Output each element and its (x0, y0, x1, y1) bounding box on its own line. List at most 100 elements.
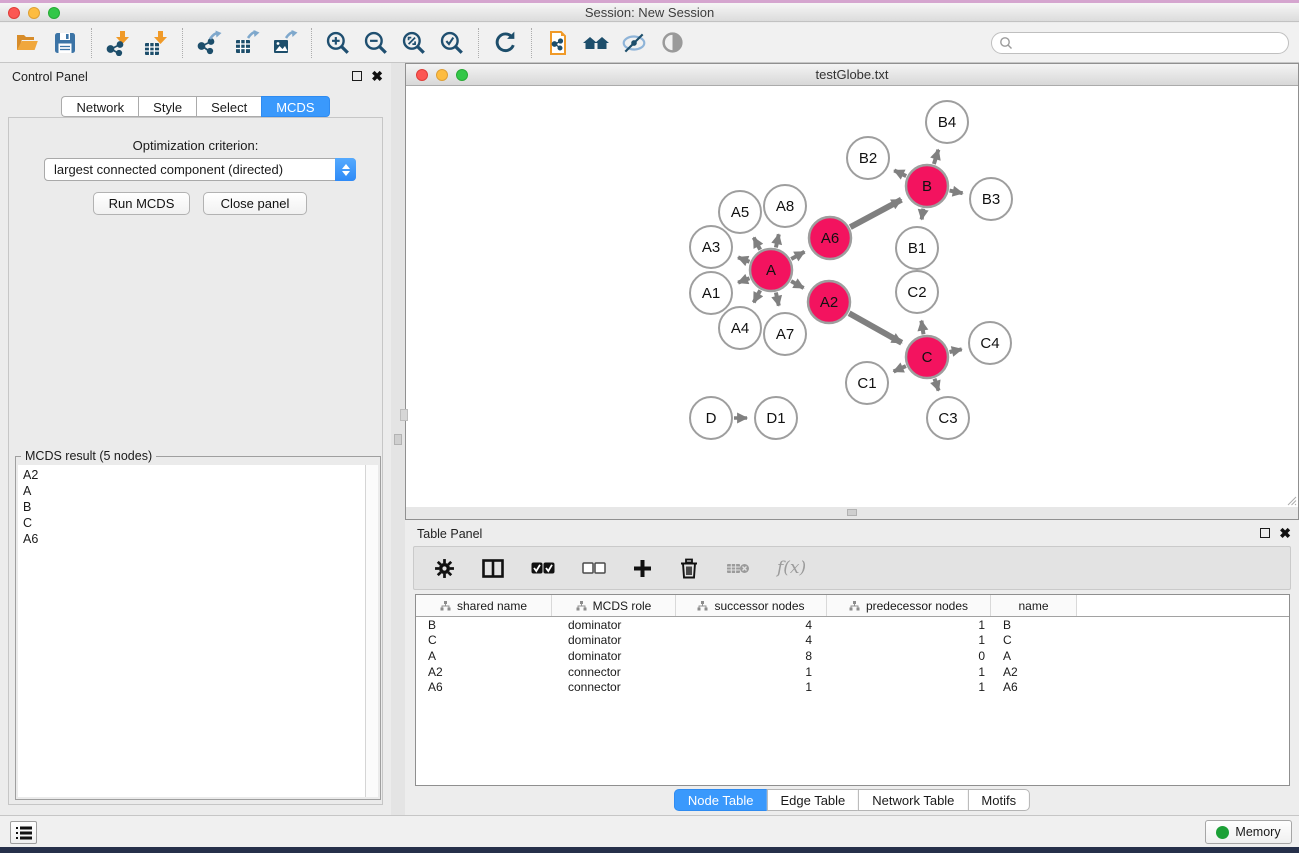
close-panel-icon[interactable]: ✖ (1279, 528, 1291, 538)
edge-C-C4[interactable] (950, 349, 962, 352)
node-C1[interactable]: C1 (846, 362, 888, 404)
node-A8[interactable]: A8 (764, 185, 806, 227)
edge-A-A1[interactable] (738, 278, 749, 282)
node-table[interactable]: shared nameMCDS rolesuccessor nodesprede… (415, 594, 1290, 786)
node-D1[interactable]: D1 (755, 397, 797, 439)
hide-graphics-button[interactable] (615, 25, 653, 61)
resize-grip-icon[interactable] (1285, 494, 1297, 506)
table-cell[interactable]: connector (552, 664, 676, 680)
edge-A-A4[interactable] (754, 290, 761, 302)
node-C4[interactable]: C4 (969, 322, 1011, 364)
node-C3[interactable]: C3 (927, 397, 969, 439)
edge-C-C3[interactable] (935, 379, 939, 391)
node-B2[interactable]: B2 (847, 137, 889, 179)
edge-A6-B[interactable] (850, 200, 901, 227)
table-cell[interactable]: 8 (676, 648, 827, 664)
result-scrollbar[interactable] (365, 465, 378, 797)
show-columns-button[interactable] (482, 559, 504, 578)
node-A2[interactable]: A2 (808, 281, 850, 323)
edge-A-A2[interactable] (791, 281, 804, 288)
table-cell[interactable]: 4 (676, 617, 827, 633)
home-layout-button[interactable] (577, 25, 615, 61)
column-header-name[interactable]: name (991, 595, 1077, 616)
table-cell[interactable]: A (416, 648, 552, 664)
close-panel-icon[interactable]: ✖ (371, 71, 383, 81)
table-cell[interactable]: B (416, 617, 552, 633)
edge-C-C2[interactable] (921, 321, 923, 335)
edge-A-A3[interactable] (738, 257, 749, 261)
export-network-button[interactable] (190, 25, 228, 61)
zoom-in-button[interactable] (319, 25, 357, 61)
edge-B-B1[interactable] (922, 209, 924, 220)
edge-A-A6[interactable] (791, 252, 804, 259)
export-image-button[interactable] (266, 25, 304, 61)
edge-A-A8[interactable] (776, 234, 779, 247)
show-graphics-button[interactable] (653, 25, 691, 61)
edge-A-A5[interactable] (754, 238, 761, 250)
tab-mcds[interactable]: MCDS (261, 96, 329, 117)
node-C2[interactable]: C2 (896, 271, 938, 313)
column-header-predecessor-nodes[interactable]: predecessor nodes (827, 595, 991, 616)
node-A4[interactable]: A4 (719, 307, 761, 349)
import-network-button[interactable] (99, 25, 137, 61)
table-cell[interactable]: dominator (552, 633, 676, 649)
node-C[interactable]: C (906, 336, 948, 378)
splitter-handle[interactable] (400, 409, 408, 421)
tab-node-table[interactable]: Node Table (674, 789, 767, 811)
table-cell[interactable]: 1 (827, 679, 991, 695)
open-session-button[interactable] (8, 25, 46, 61)
task-history-button[interactable] (10, 821, 37, 844)
table-cell[interactable]: C (991, 633, 1077, 649)
export-table-button[interactable] (228, 25, 266, 61)
node-B[interactable]: B (906, 165, 948, 207)
tab-select[interactable]: Select (196, 96, 261, 117)
float-panel-icon[interactable] (352, 71, 362, 81)
table-row[interactable]: Bdominator41B (416, 617, 1289, 633)
network-canvas[interactable]: B4B2BB3A5A8A6A3B1AA1C2A2A4A7C4CC1C3DD1 (406, 86, 1298, 508)
optimization-criterion-dropdown[interactable]: largest connected component (directed) (44, 158, 356, 181)
import-table-button[interactable] (137, 25, 175, 61)
table-cell[interactable]: A2 (991, 664, 1077, 680)
table-cell[interactable]: dominator (552, 617, 676, 633)
edge-A-A7[interactable] (776, 293, 779, 306)
node-D[interactable]: D (690, 397, 732, 439)
column-header-shared-name[interactable]: shared name (416, 595, 552, 616)
table-cell[interactable]: 1 (676, 679, 827, 695)
column-header-mcds-role[interactable]: MCDS role (552, 595, 676, 616)
result-item[interactable]: A6 (18, 531, 364, 547)
tab-style[interactable]: Style (138, 96, 196, 117)
tab-network-table[interactable]: Network Table (858, 789, 967, 811)
table-cell[interactable]: B (991, 617, 1077, 633)
search-input[interactable] (991, 32, 1289, 54)
table-settings-button[interactable] (434, 558, 455, 579)
tab-edge-table[interactable]: Edge Table (766, 789, 858, 811)
node-A3[interactable]: A3 (690, 226, 732, 268)
select-all-button[interactable] (531, 562, 555, 574)
delete-column-button[interactable] (679, 558, 699, 579)
tab-network[interactable]: Network (61, 96, 138, 117)
node-A[interactable]: A (750, 249, 792, 291)
table-cell[interactable]: A (991, 648, 1077, 664)
node-A6[interactable]: A6 (809, 217, 851, 259)
memory-button[interactable]: Memory (1205, 820, 1292, 844)
splitter-handle[interactable] (394, 434, 402, 445)
run-mcds-button[interactable]: Run MCDS (93, 192, 190, 215)
horizontal-splitter[interactable] (406, 507, 1298, 519)
node-A7[interactable]: A7 (764, 313, 806, 355)
edge-B-B4[interactable] (934, 150, 939, 164)
table-cell[interactable]: dominator (552, 648, 676, 664)
table-cell[interactable]: A6 (991, 679, 1077, 695)
table-cell[interactable]: 0 (827, 648, 991, 664)
splitter-handle[interactable] (847, 509, 857, 516)
close-panel-button[interactable]: Close panel (203, 192, 307, 215)
node-A1[interactable]: A1 (690, 272, 732, 314)
edge-C-C1[interactable] (894, 366, 906, 371)
table-row[interactable]: A2connector11A2 (416, 664, 1289, 680)
result-item[interactable]: A (18, 483, 364, 499)
node-A5[interactable]: A5 (719, 191, 761, 233)
float-panel-icon[interactable] (1260, 528, 1270, 538)
table-cell[interactable]: connector (552, 679, 676, 695)
result-item[interactable]: B (18, 499, 364, 515)
table-cell[interactable]: 4 (676, 633, 827, 649)
column-header-successor-nodes[interactable]: successor nodes (676, 595, 827, 616)
